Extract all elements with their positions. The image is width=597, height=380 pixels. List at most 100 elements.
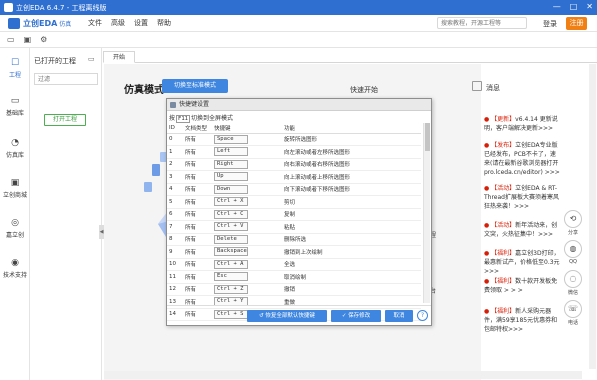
project-filter-input[interactable] bbox=[34, 73, 98, 85]
qq-button[interactable]: ◍ QQ bbox=[562, 240, 584, 265]
folder-icon[interactable]: ▭ bbox=[7, 35, 15, 44]
tab-start[interactable]: 开始 bbox=[103, 51, 135, 63]
dialog-title: 快捷键设置 bbox=[179, 101, 210, 108]
table-row[interactable]: 9 所有 Backspace 撤销到上次绘制 bbox=[167, 245, 421, 259]
table-row[interactable]: 10 所有 Ctrl + A 全选 bbox=[167, 258, 421, 271]
row-shortcut[interactable]: Ctrl + Z bbox=[212, 283, 282, 296]
row-shortcut[interactable]: Ctrl + A bbox=[212, 258, 282, 271]
menu-file[interactable]: 文件 bbox=[88, 18, 102, 28]
news-item[interactable]: ● 【更新】v6.4.14 更新说明，客户端解决更新>>> bbox=[484, 115, 560, 133]
sidebar-item-jlc[interactable]: ◎ 嘉立创 bbox=[0, 218, 30, 239]
open-project-button[interactable]: 打开工程 bbox=[44, 114, 86, 126]
shortcut-key-field[interactable]: Esc bbox=[214, 272, 248, 282]
row-function: 向左滚动或者左移所选图形 bbox=[282, 145, 421, 159]
news-item[interactable]: ● 【活动】立创EDA & RT-Thread扩展板大赛须着寒风狂热来袭！>>> bbox=[484, 184, 560, 211]
table-row[interactable]: 6 所有 Ctrl + C 复制 bbox=[167, 208, 421, 221]
row-id: 6 bbox=[167, 208, 183, 221]
sidebar-item-basic-library[interactable]: ▭ 基础库 bbox=[0, 96, 30, 117]
horizontal-scrollbar[interactable] bbox=[104, 371, 582, 379]
shortcut-key-field[interactable]: Space bbox=[214, 134, 248, 144]
shortcut-key-field[interactable]: Ctrl + Z bbox=[214, 284, 248, 294]
menu-settings[interactable]: 设置 bbox=[134, 18, 148, 28]
table-row[interactable]: 8 所有 Delete 删除所选 bbox=[167, 233, 421, 246]
mall-icon: ▣ bbox=[10, 178, 20, 188]
shortcut-key-field[interactable]: Ctrl + V bbox=[214, 222, 248, 232]
table-row[interactable]: 11 所有 Esc 取消绘制 bbox=[167, 270, 421, 284]
menu-advanced[interactable]: 高级 bbox=[111, 18, 125, 28]
share-label: 分享 bbox=[567, 230, 578, 236]
switch-to-standard-button[interactable]: 切换至标准模式 bbox=[162, 79, 228, 93]
row-shortcut[interactable]: Down bbox=[212, 183, 282, 196]
table-scrollbar[interactable] bbox=[423, 123, 430, 303]
phone-button[interactable]: ☏ 电话 bbox=[562, 300, 584, 326]
news-item[interactable]: ● 【活动】新年活动来，创文突，火热征集中！>>> bbox=[484, 221, 560, 239]
window-controls: — □ ✕ bbox=[553, 2, 593, 11]
news-item[interactable]: ● 【福利】嘉立创3D打印，最惠新试产，价格低至0.3元>>> bbox=[484, 249, 560, 276]
sidebar-item-lcsc-mall[interactable]: ▣ 立创商城 bbox=[0, 178, 30, 199]
help-icon[interactable]: ? bbox=[417, 310, 428, 321]
news-item[interactable]: ● 【福利】新人采购元器件，满59享185元优惠券和包邮特权>>> bbox=[484, 307, 560, 334]
row-id: 4 bbox=[167, 183, 183, 196]
row-shortcut[interactable]: Esc bbox=[212, 270, 282, 284]
project-icon: ☐ bbox=[10, 58, 20, 68]
row-shortcut[interactable]: Ctrl + X bbox=[212, 195, 282, 209]
shortcut-key-field[interactable]: Ctrl + X bbox=[214, 197, 248, 207]
shortcut-key-field[interactable]: Backspace bbox=[214, 247, 248, 257]
search-input[interactable] bbox=[437, 17, 527, 29]
news-item[interactable]: ● 【福利】数十款开发板免费领取 > > > bbox=[484, 277, 560, 295]
table-row[interactable]: 3 所有 Up 向上滚动或者上移所选图形 bbox=[167, 170, 421, 184]
close-icon[interactable]: ✕ bbox=[586, 2, 593, 11]
sidebar-item-tech-support[interactable]: ◉ 技术支持 bbox=[0, 258, 30, 279]
sidebar-item-project[interactable]: ☐ 工程 bbox=[0, 58, 30, 79]
shortcut-key-field[interactable]: Right bbox=[214, 159, 248, 169]
save-icon[interactable]: ▣ bbox=[24, 35, 32, 44]
maximize-icon[interactable]: □ bbox=[570, 2, 578, 11]
table-header-row: ID 文档类型 快捷键 功能 bbox=[167, 123, 421, 134]
news-item[interactable]: ● 【发布】立创EDA专业版已经发布，PCB不卡了，速来(请在最新谷歌浏览器打开… bbox=[484, 141, 560, 177]
sidebar-item-label: 工程 bbox=[8, 72, 21, 79]
shortcut-key-field[interactable]: Ctrl + C bbox=[214, 209, 248, 219]
table-row[interactable]: 1 所有 Left 向左滚动或者左移所选图形 bbox=[167, 145, 421, 159]
login-link[interactable]: 登录 bbox=[543, 19, 557, 29]
brand-mark-icon bbox=[8, 17, 20, 29]
row-shortcut[interactable]: Backspace bbox=[212, 245, 282, 259]
row-shortcut[interactable]: Up bbox=[212, 170, 282, 184]
shortcut-key-field[interactable]: Ctrl + A bbox=[214, 259, 248, 269]
right-scrollbar[interactable] bbox=[589, 64, 596, 369]
row-id: 5 bbox=[167, 195, 183, 209]
shortcut-key-field[interactable]: Delete bbox=[214, 234, 248, 244]
row-shortcut[interactable]: Delete bbox=[212, 233, 282, 246]
share-button[interactable]: ⟲ 分享 bbox=[562, 210, 584, 236]
row-shortcut[interactable]: Right bbox=[212, 158, 282, 171]
minimize-icon[interactable]: — bbox=[553, 2, 561, 11]
toolbar: ▭ ▣ ⚙ bbox=[0, 32, 597, 48]
table-row[interactable]: 0 所有 Space 旋转所选图形 bbox=[167, 133, 421, 146]
shortcut-key-field[interactable]: Down bbox=[214, 184, 248, 194]
row-shortcut[interactable]: Left bbox=[212, 145, 282, 159]
table-row[interactable]: 4 所有 Down 向下滚动或者下移所选图形 bbox=[167, 183, 421, 196]
row-shortcut[interactable]: Ctrl + V bbox=[212, 220, 282, 234]
scrollbar-thumb[interactable] bbox=[425, 123, 430, 151]
row-shortcut[interactable]: Ctrl + C bbox=[212, 208, 282, 221]
row-doctype: 所有 bbox=[183, 170, 212, 184]
table-row[interactable]: 12 所有 Ctrl + Z 撤销 bbox=[167, 283, 421, 296]
row-id: 2 bbox=[167, 158, 183, 171]
cancel-button[interactable]: 取消 bbox=[385, 310, 413, 322]
sidebar-item-simulation-library[interactable]: ◔ 仿真库 bbox=[0, 138, 30, 159]
window-title: 立创EDA 6.4.7 - 工程离线版 bbox=[16, 3, 107, 12]
phone-label: 电话 bbox=[567, 320, 578, 326]
shortcut-key-field[interactable]: Up bbox=[214, 172, 248, 182]
table-row[interactable]: 5 所有 Ctrl + X 剪切 bbox=[167, 195, 421, 209]
register-button[interactable]: 注册 bbox=[566, 17, 587, 30]
open-folder-icon[interactable]: ▭ bbox=[88, 55, 95, 63]
shortcut-key-field[interactable]: Left bbox=[214, 147, 248, 157]
table-row[interactable]: 2 所有 Right 向右滚动或者右移所选图形 bbox=[167, 158, 421, 171]
table-row[interactable]: 7 所有 Ctrl + V 粘贴 bbox=[167, 220, 421, 234]
save-changes-button[interactable]: ✓ 保存修改 bbox=[331, 310, 381, 322]
restore-defaults-button[interactable]: ↺ 恢复全部默认快捷键 bbox=[247, 310, 327, 322]
news-tag: 【活动】 bbox=[491, 185, 516, 192]
row-shortcut[interactable]: Space bbox=[212, 133, 282, 146]
menu-help[interactable]: 帮助 bbox=[157, 18, 171, 28]
wechat-button[interactable]: ◌ 微信 bbox=[562, 270, 584, 296]
settings-icon[interactable]: ⚙ bbox=[40, 35, 47, 44]
